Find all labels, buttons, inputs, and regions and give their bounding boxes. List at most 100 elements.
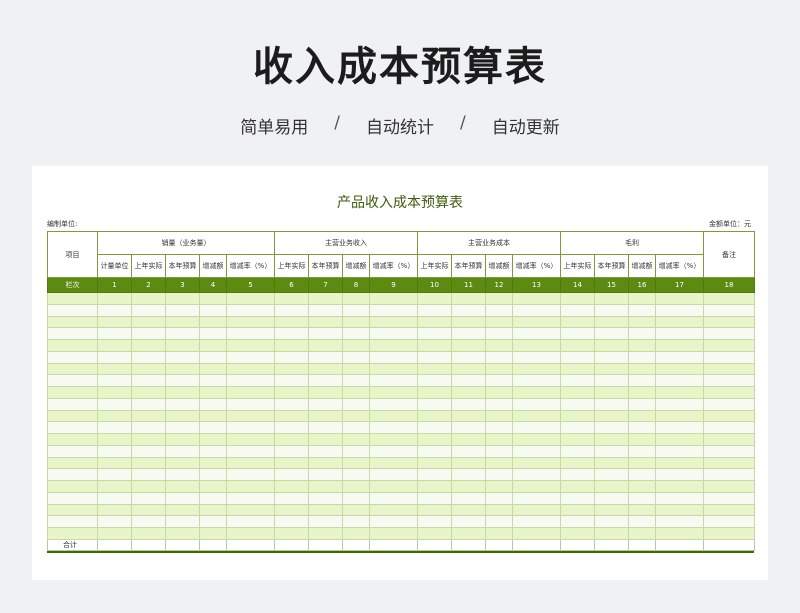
table-cell[interactable]	[274, 433, 309, 446]
table-cell[interactable]	[226, 409, 275, 423]
table-cell[interactable]	[512, 409, 561, 423]
table-cell[interactable]	[226, 315, 275, 329]
table-cell[interactable]	[703, 515, 755, 528]
table-cell[interactable]	[560, 433, 595, 446]
table-cell[interactable]	[47, 362, 98, 376]
table-cell[interactable]	[274, 362, 309, 376]
table-cell[interactable]	[703, 480, 755, 493]
table-cell[interactable]	[485, 397, 513, 411]
table-cell[interactable]	[97, 374, 132, 387]
table-cell[interactable]	[451, 515, 486, 528]
table-cell[interactable]	[485, 292, 513, 305]
table-cell[interactable]	[560, 350, 595, 364]
total-cell[interactable]	[703, 538, 755, 551]
table-cell[interactable]	[47, 350, 98, 364]
table-cell[interactable]	[342, 327, 370, 340]
table-cell[interactable]	[594, 350, 629, 364]
table-cell[interactable]	[47, 444, 98, 458]
table-cell[interactable]	[97, 444, 132, 458]
table-cell[interactable]	[628, 491, 656, 505]
table-cell[interactable]	[308, 456, 343, 470]
table-cell[interactable]	[274, 421, 309, 434]
total-cell[interactable]	[274, 538, 309, 551]
table-cell[interactable]	[165, 480, 200, 493]
table-cell[interactable]	[97, 397, 132, 411]
table-cell[interactable]	[560, 421, 595, 434]
total-cell[interactable]	[97, 538, 132, 551]
table-cell[interactable]	[655, 386, 704, 399]
table-cell[interactable]	[97, 362, 132, 376]
table-cell[interactable]	[594, 327, 629, 340]
table-cell[interactable]	[485, 315, 513, 329]
table-cell[interactable]	[199, 409, 227, 423]
table-cell[interactable]	[512, 421, 561, 434]
table-cell[interactable]	[451, 386, 486, 399]
table-cell[interactable]	[165, 374, 200, 387]
table-cell[interactable]	[655, 468, 704, 481]
table-cell[interactable]	[512, 527, 561, 540]
table-cell[interactable]	[451, 315, 486, 329]
table-cell[interactable]	[628, 421, 656, 434]
table-cell[interactable]	[594, 527, 629, 540]
table-cell[interactable]	[308, 503, 343, 517]
table-cell[interactable]	[703, 421, 755, 434]
table-cell[interactable]	[165, 491, 200, 505]
table-cell[interactable]	[308, 362, 343, 376]
table-cell[interactable]	[417, 397, 452, 411]
table-cell[interactable]	[97, 433, 132, 446]
table-cell[interactable]	[512, 339, 561, 352]
table-cell[interactable]	[199, 350, 227, 364]
table-cell[interactable]	[165, 315, 200, 329]
table-cell[interactable]	[417, 339, 452, 352]
table-cell[interactable]	[342, 374, 370, 387]
table-cell[interactable]	[512, 315, 561, 329]
total-cell[interactable]	[594, 538, 629, 551]
table-cell[interactable]	[47, 421, 98, 434]
table-cell[interactable]	[628, 444, 656, 458]
table-cell[interactable]	[97, 386, 132, 399]
table-cell[interactable]	[131, 350, 166, 364]
table-cell[interactable]	[655, 527, 704, 540]
table-cell[interactable]	[226, 468, 275, 481]
table-cell[interactable]	[97, 491, 132, 505]
table-cell[interactable]	[628, 386, 656, 399]
table-cell[interactable]	[47, 303, 98, 317]
table-cell[interactable]	[308, 397, 343, 411]
table-cell[interactable]	[131, 421, 166, 434]
table-cell[interactable]	[226, 339, 275, 352]
table-cell[interactable]	[369, 456, 418, 470]
table-cell[interactable]	[165, 362, 200, 376]
table-cell[interactable]	[655, 374, 704, 387]
table-cell[interactable]	[274, 468, 309, 481]
table-cell[interactable]	[274, 444, 309, 458]
table-cell[interactable]	[485, 515, 513, 528]
table-cell[interactable]	[165, 339, 200, 352]
table-cell[interactable]	[308, 339, 343, 352]
table-cell[interactable]	[560, 456, 595, 470]
table-cell[interactable]	[226, 374, 275, 387]
table-cell[interactable]	[628, 362, 656, 376]
table-cell[interactable]	[226, 362, 275, 376]
table-cell[interactable]	[131, 374, 166, 387]
table-cell[interactable]	[342, 456, 370, 470]
table-cell[interactable]	[417, 515, 452, 528]
table-cell[interactable]	[594, 409, 629, 423]
table-cell[interactable]	[165, 468, 200, 481]
table-cell[interactable]	[369, 315, 418, 329]
table-cell[interactable]	[97, 350, 132, 364]
table-cell[interactable]	[47, 315, 98, 329]
table-cell[interactable]	[512, 303, 561, 317]
table-cell[interactable]	[512, 292, 561, 305]
table-cell[interactable]	[226, 421, 275, 434]
table-cell[interactable]	[131, 292, 166, 305]
table-cell[interactable]	[274, 456, 309, 470]
table-cell[interactable]	[703, 386, 755, 399]
table-cell[interactable]	[655, 397, 704, 411]
table-cell[interactable]	[512, 362, 561, 376]
table-cell[interactable]	[451, 491, 486, 505]
table-cell[interactable]	[342, 433, 370, 446]
table-cell[interactable]	[451, 339, 486, 352]
table-cell[interactable]	[369, 386, 418, 399]
table-cell[interactable]	[131, 456, 166, 470]
table-cell[interactable]	[369, 362, 418, 376]
